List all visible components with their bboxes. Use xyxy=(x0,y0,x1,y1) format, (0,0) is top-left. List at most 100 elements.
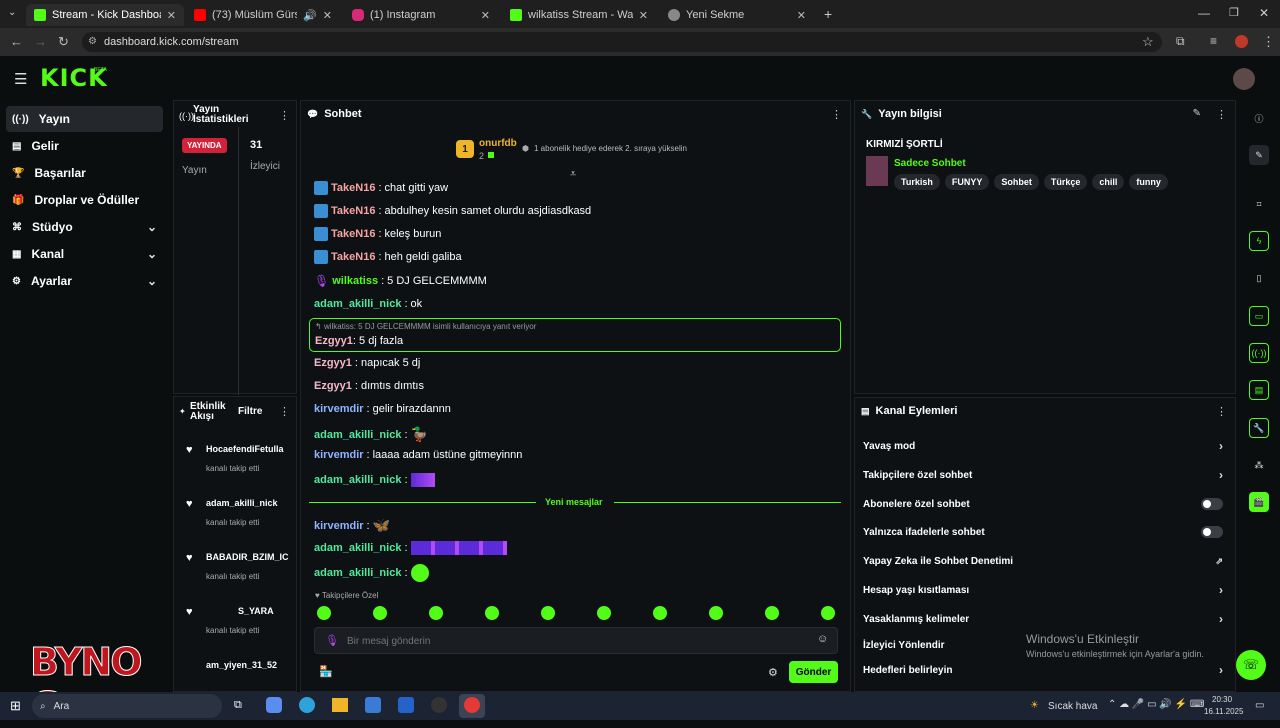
followers-only-label: ♥ Takipçilere Özel xyxy=(315,591,379,600)
more-icon[interactable]: ⋮ xyxy=(279,109,290,122)
clip-icon[interactable]: ⌗ xyxy=(1249,194,1269,214)
gear-icon[interactable]: ⚙ xyxy=(768,666,778,679)
tab-wilkatiss[interactable]: wilkatiss Stream - Watch Live o ✕ xyxy=(502,4,656,26)
category-link[interactable]: Sadece Sohbet xyxy=(894,158,966,169)
file-explorer-icon[interactable] xyxy=(332,698,348,712)
new-tab-icon[interactable]: + xyxy=(824,6,832,22)
stats-panel: ((·)) Yayın İstatistikleri ⋮ YAYINDA Yay… xyxy=(173,100,297,395)
info-icon[interactable]: ⓘ xyxy=(1249,108,1269,128)
account-age-row[interactable]: Hesap yaşı kısıtlaması › xyxy=(863,580,1227,600)
store-icon[interactable] xyxy=(365,697,381,713)
clock-time[interactable]: 20:30 xyxy=(1212,695,1232,704)
sidebar-item-yayin[interactable]: ((·)) Yayın xyxy=(6,106,163,132)
document-icon[interactable]: ▯ xyxy=(1249,268,1269,288)
tab-youtube[interactable]: (73) Müslüm Gürses - Bir Ü 🔊 ✕ xyxy=(186,4,340,26)
edit-icon[interactable]: ✎ xyxy=(1193,108,1201,119)
followers-only-row[interactable]: Takipçilere özel sohbet › xyxy=(863,465,1227,485)
chat-message-input[interactable] xyxy=(347,633,807,649)
send-button[interactable]: Gönder xyxy=(789,661,838,683)
close-icon[interactable]: ✕ xyxy=(167,9,176,22)
help-chat-button[interactable]: ☏ xyxy=(1236,650,1266,680)
copilot-icon[interactable] xyxy=(266,697,282,713)
more-icon[interactable]: ⋮ xyxy=(1216,108,1227,121)
emote-icon[interactable] xyxy=(821,606,835,620)
slow-mode-row[interactable]: Yavaş mod › xyxy=(863,436,1227,456)
system-tray-icons[interactable]: ⌃ ☁ 🎤 ▭ 🔊 ⚡ ⌨ xyxy=(1108,699,1204,710)
clapperboard-icon[interactable]: 🎬 xyxy=(1249,492,1269,512)
mail-icon[interactable] xyxy=(398,697,414,713)
edit-icon[interactable]: ✎ xyxy=(1249,145,1269,165)
sidebar-item-basarilar[interactable]: 🏆 Başarılar xyxy=(6,160,163,186)
more-icon[interactable]: ⋮ xyxy=(831,108,842,121)
category-thumbnail[interactable] xyxy=(866,156,888,186)
sidebar-item-droplar[interactable]: 🎁 Droplar ve Ödüller xyxy=(6,187,163,213)
sidebar-item-ayarlar[interactable]: ⚙ Ayarlar ⌄ xyxy=(6,268,163,294)
notification-icon[interactable]: ▭ xyxy=(1255,700,1264,711)
site-info-icon[interactable]: ⚙ xyxy=(88,36,97,47)
collapse-pinned-icon[interactable]: ⩡ xyxy=(570,168,576,181)
beta-label: BETA xyxy=(94,67,107,73)
duck-emote-icon: 🦆 xyxy=(410,426,428,442)
tab-new[interactable]: Yeni Sekme ✕ xyxy=(660,4,814,26)
task-view-icon[interactable]: ⧉ xyxy=(234,699,242,712)
tab-instagram[interactable]: (1) Instagram ✕ xyxy=(344,4,498,26)
emoji-icon[interactable]: ☺ xyxy=(817,633,828,645)
emote-icon[interactable] xyxy=(709,606,723,620)
emote-icon[interactable] xyxy=(765,606,779,620)
window-close-icon[interactable]: ✕ xyxy=(1259,6,1269,20)
hamburger-menu-icon[interactable]: ☰ xyxy=(14,70,27,88)
reload-icon[interactable]: ↻ xyxy=(58,34,69,50)
profile-avatar[interactable] xyxy=(1235,35,1248,48)
weather-icon: ☀ xyxy=(1030,700,1039,711)
bookmark-star-icon[interactable]: ☆ xyxy=(1142,34,1154,50)
more-icon[interactable]: ⋮ xyxy=(279,405,290,418)
emote-icon[interactable] xyxy=(541,606,555,620)
browser-menu-icon[interactable]: ⋮ xyxy=(1262,34,1275,50)
minimize-icon[interactable]: — xyxy=(1198,6,1210,20)
app-icon[interactable] xyxy=(431,697,447,713)
tab-kick-dashboard[interactable]: Stream - Kick Dashboard ✕ xyxy=(26,4,184,26)
emote-icon[interactable] xyxy=(485,606,499,620)
wrench-icon: 🔧 xyxy=(861,108,873,119)
windows-start-icon[interactable]: ⊞ xyxy=(10,698,21,714)
lightning-icon[interactable]: ϟ xyxy=(1249,231,1269,251)
sidebar-item-studyo[interactable]: ⌘ Stüdyo ⌄ xyxy=(6,214,163,240)
ai-moderation-row[interactable]: Yapay Zeka ile Sohbet Denetimi ⇗ xyxy=(863,551,1227,571)
pinned-user[interactable]: onurfdb xyxy=(479,138,517,149)
user-avatar[interactable] xyxy=(1233,68,1255,90)
filter-button[interactable]: Filtre xyxy=(238,406,262,417)
store-icon[interactable]: 🏪 xyxy=(319,665,333,678)
taskbar-search[interactable]: ⌕ Ara xyxy=(32,694,222,718)
emote-icon[interactable] xyxy=(429,606,443,620)
subscribers-only-toggle[interactable] xyxy=(1201,498,1223,510)
close-icon[interactable]: ✕ xyxy=(323,9,332,22)
forward-icon[interactable]: → xyxy=(34,34,47,49)
url-field[interactable]: dashboard.kick.com/stream xyxy=(82,32,1162,52)
close-icon[interactable]: ✕ xyxy=(797,9,806,22)
media-controls-icon[interactable]: ≡ xyxy=(1210,34,1217,48)
back-icon[interactable]: ← xyxy=(10,34,23,49)
sidebar-item-kanal[interactable]: ▦ Kanal ⌄ xyxy=(6,241,163,267)
tab-list-icon[interactable]: ⌄ xyxy=(8,7,16,18)
emote-icon[interactable] xyxy=(653,606,667,620)
emote-icon[interactable] xyxy=(317,606,331,620)
broadcast-icon[interactable]: ((·)) xyxy=(1249,343,1269,363)
more-icon[interactable]: ⋮ xyxy=(1216,405,1227,418)
banned-words-row[interactable]: Yasaklanmış kelimeler › xyxy=(863,609,1227,629)
wrench-icon[interactable]: 🔧 xyxy=(1249,418,1269,438)
drops-icon[interactable]: ⁂ xyxy=(1249,455,1269,475)
sidebar-item-gelir[interactable]: ▤ Gelir xyxy=(6,133,163,159)
weather-label[interactable]: Sıcak hava xyxy=(1048,701,1097,712)
goals-row[interactable]: Hedefleri belirleyin › xyxy=(863,660,1227,680)
channel-icon[interactable]: ▤ xyxy=(1249,380,1269,400)
close-icon[interactable]: ✕ xyxy=(481,9,490,22)
close-icon[interactable]: ✕ xyxy=(639,9,648,22)
emote-icon[interactable] xyxy=(597,606,611,620)
maximize-icon[interactable]: ❐ xyxy=(1229,6,1239,19)
clock-date[interactable]: 16.11.2025 xyxy=(1204,707,1243,716)
emote-icon[interactable] xyxy=(373,606,387,620)
edge-icon[interactable] xyxy=(299,697,315,713)
emotes-only-toggle[interactable] xyxy=(1201,526,1223,538)
chat-bubble-icon[interactable]: ▭ xyxy=(1249,306,1269,326)
extensions-icon[interactable]: ⧉ xyxy=(1176,34,1185,49)
